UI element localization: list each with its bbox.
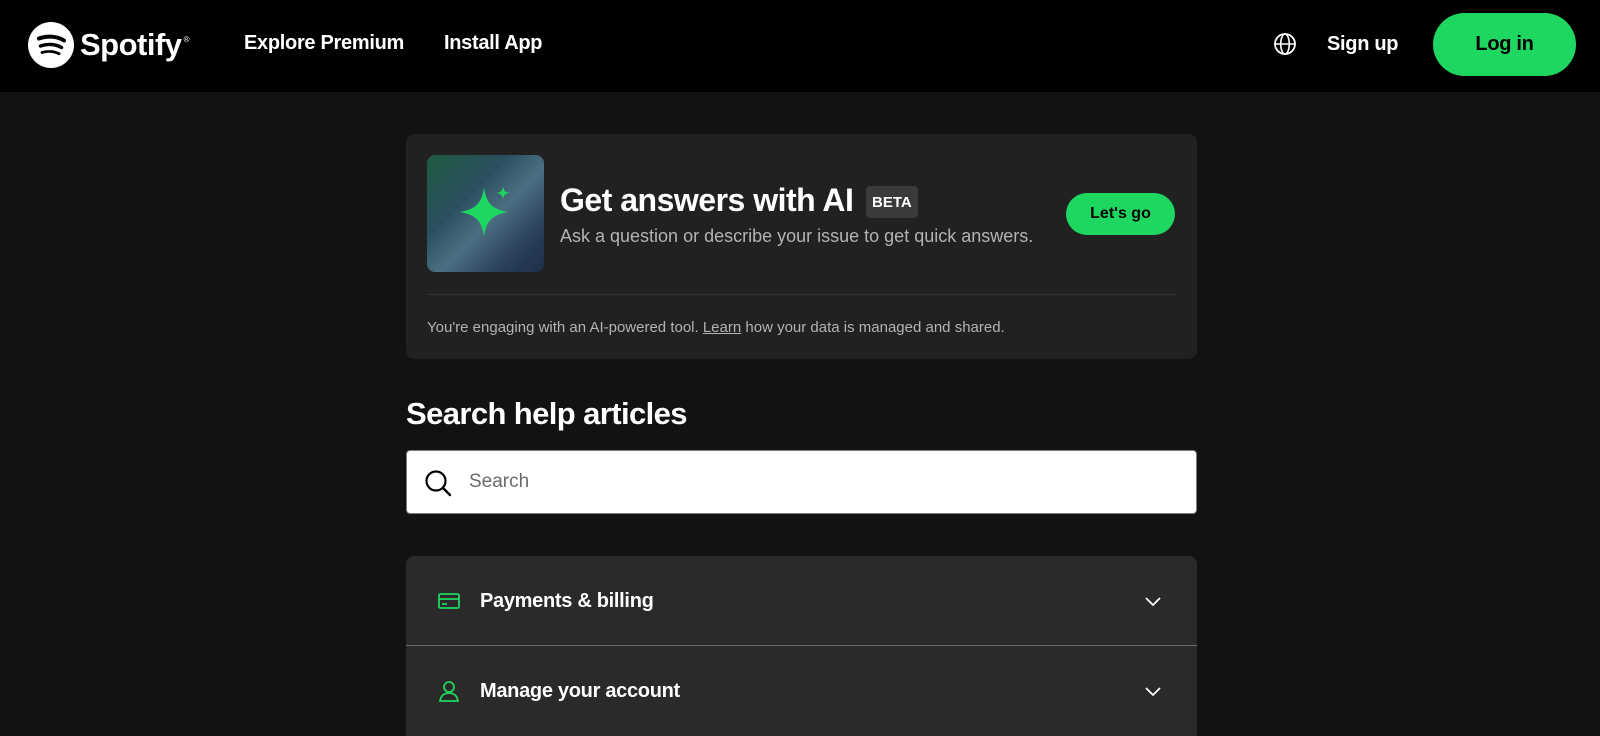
sign-up-link[interactable]: Sign up (1327, 33, 1399, 56)
spotify-logo[interactable]: Spotify ® (28, 21, 189, 69)
topic-label: Manage your account (480, 679, 680, 702)
log-in-button[interactable]: Log in (1433, 13, 1576, 76)
help-topics-accordion: Payments & billing Manage your account (406, 556, 1197, 736)
search-heading: Search help articles (406, 396, 688, 431)
chevron-down-icon[interactable] (1143, 591, 1163, 611)
search-input[interactable] (469, 467, 1169, 497)
lets-go-button[interactable]: Let's go (1066, 193, 1175, 235)
chevron-down-icon[interactable] (1143, 681, 1163, 701)
search-box[interactable] (406, 450, 1197, 514)
credit-card-icon (438, 593, 460, 609)
nav-install-app[interactable]: Install App (444, 32, 542, 55)
ai-thumbnail (427, 155, 544, 272)
ai-card-title: Get answers with AI (560, 182, 854, 218)
globe-icon[interactable] (1273, 32, 1297, 56)
topic-payments-billing[interactable]: Payments & billing (406, 556, 1197, 646)
ai-disclaimer: You're engaging with an AI-powered tool.… (427, 319, 1005, 336)
learn-link[interactable]: Learn (703, 319, 741, 336)
beta-badge: BETA (866, 186, 918, 218)
nav-explore-premium[interactable]: Explore Premium (244, 32, 404, 55)
sparkle-icon (460, 186, 510, 237)
ai-card-subtitle: Ask a question or describe your issue to… (560, 226, 1034, 246)
spotify-logo-icon (28, 22, 74, 68)
ai-disclaimer-suffix: how your data is managed and shared. (745, 319, 1005, 336)
topic-label: Payments & billing (480, 589, 654, 612)
ai-disclaimer-text: You're engaging with an AI-powered tool. (427, 319, 699, 336)
search-icon (425, 470, 452, 497)
divider (427, 294, 1176, 295)
ai-answers-card: Get answers with AI BETA Ask a question … (406, 134, 1197, 359)
user-icon (438, 681, 460, 702)
top-navigation-bar: Spotify ® Explore Premium Install App Si… (0, 0, 1600, 92)
registered-mark: ® (183, 35, 190, 44)
brand-name: Spotify (80, 27, 182, 62)
topic-manage-account[interactable]: Manage your account (406, 646, 1197, 736)
